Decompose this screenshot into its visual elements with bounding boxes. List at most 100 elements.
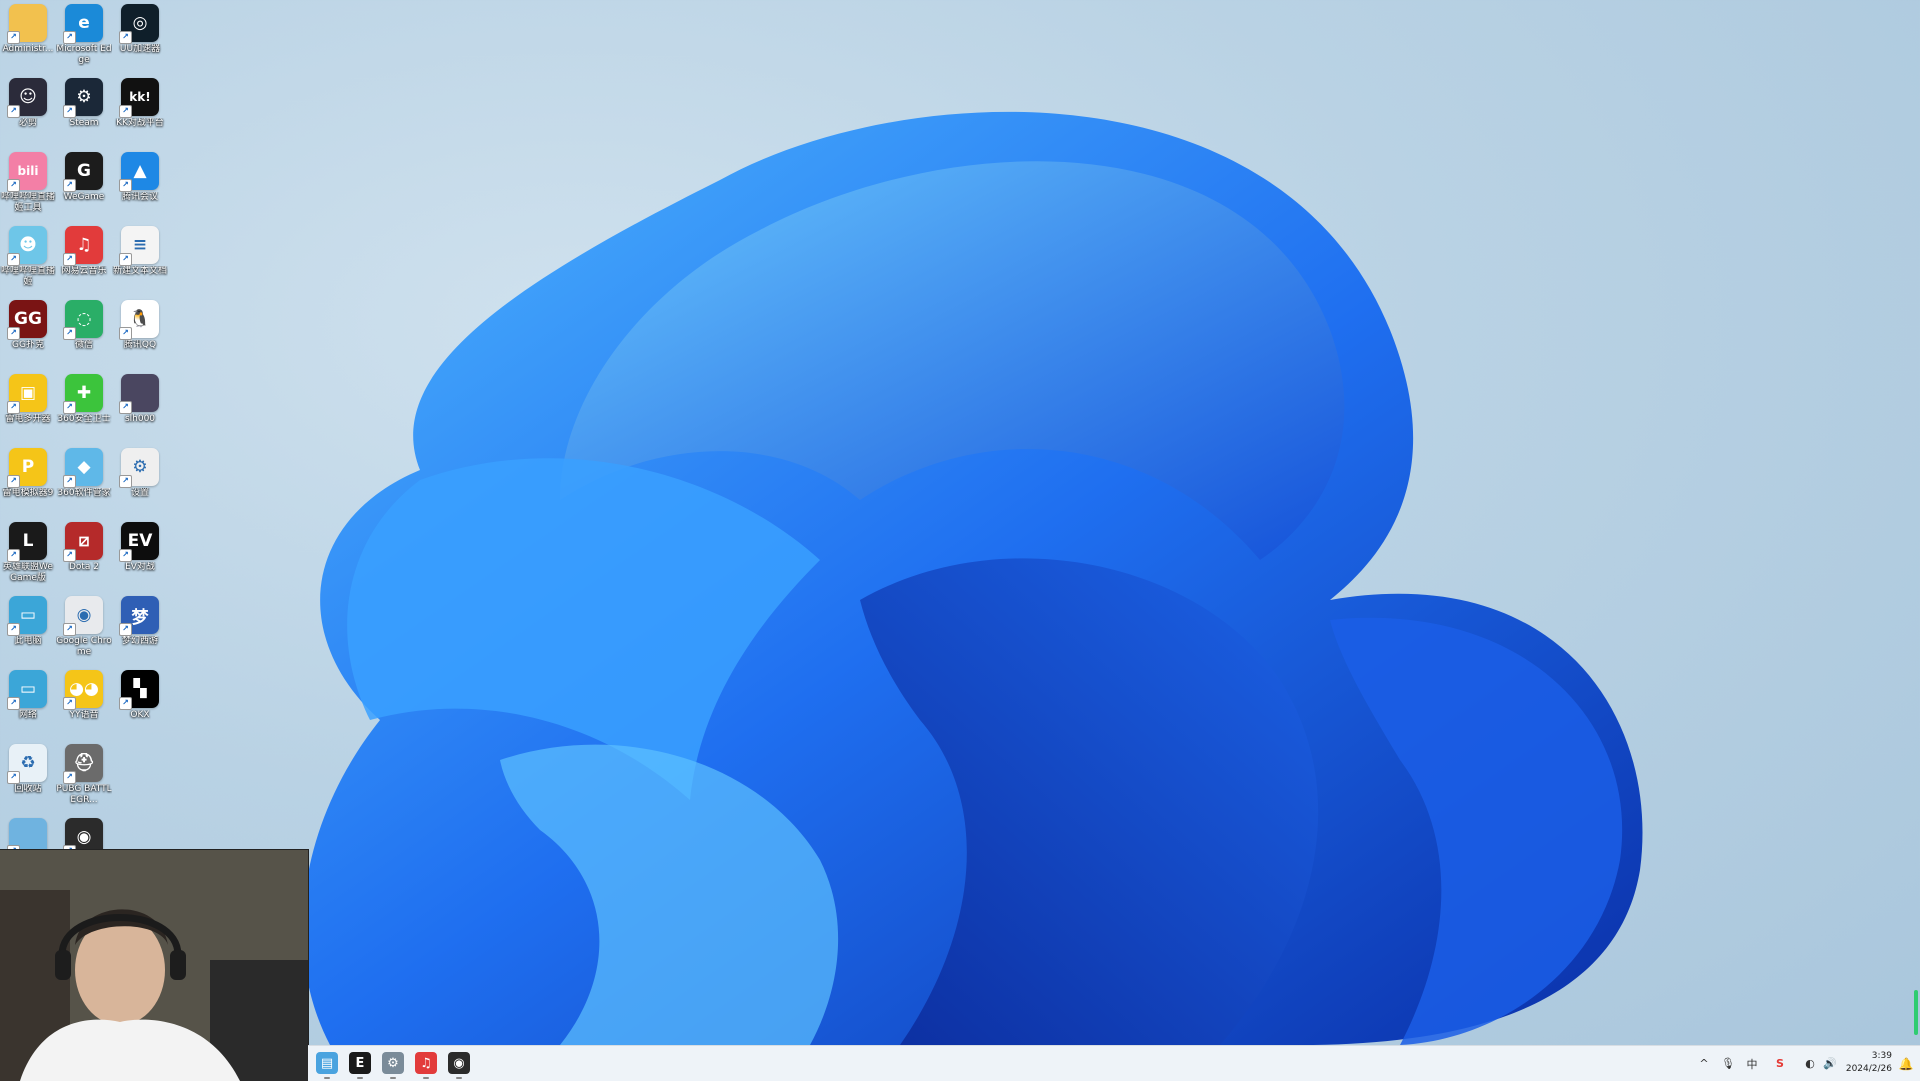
desktop-shortcut-label: 设置 bbox=[130, 488, 149, 498]
desktop-shortcut[interactable]: 🐧 ↗ 腾讯QQ bbox=[112, 296, 168, 351]
tray-overflow-chevron-icon[interactable]: ^ bbox=[1696, 1046, 1712, 1081]
desktop-shortcut[interactable]: ◉ ↗ Google Chrome bbox=[56, 592, 112, 658]
desktop-shortcut[interactable]: 梦 ↗ 梦幻西游 bbox=[112, 592, 168, 647]
desktop-shortcut[interactable]: ☺ ↗ 必剪 bbox=[0, 74, 56, 129]
desktop-shortcut-label: 腾讯会议 bbox=[121, 192, 158, 202]
bilibili-live-assistant-icon: ☻ ↗ bbox=[7, 226, 47, 266]
desktop-shortcut[interactable]: ◆ ↗ 360软件管家 bbox=[56, 444, 112, 499]
running-indicator bbox=[456, 1077, 462, 1079]
kk-platform-icon: kk! ↗ bbox=[119, 78, 159, 118]
shortcut-arrow-icon: ↗ bbox=[63, 401, 76, 414]
shortcut-arrow-icon: ↗ bbox=[7, 623, 20, 636]
taskbar-app-epic-games[interactable]: E bbox=[349, 1052, 371, 1079]
desktop-shortcut-label: 微信 bbox=[74, 340, 93, 350]
desktop-shortcut-label: 新建文本文档 bbox=[112, 266, 167, 276]
desktop-shortcut-label: WeGame bbox=[63, 192, 105, 202]
desktop-shortcut[interactable]: EV ↗ EV对战 bbox=[112, 518, 168, 573]
desktop-shortcut-label: 此电脑 bbox=[14, 636, 42, 646]
shortcut-arrow-icon: ↗ bbox=[7, 253, 20, 266]
folder-icon: ▤ bbox=[320, 1055, 334, 1071]
leidian-multi-icon: ▣ ↗ bbox=[7, 374, 47, 414]
taskbar-app-file-explorer[interactable]: ▤ bbox=[316, 1052, 338, 1079]
epic-games-icon: E bbox=[355, 1055, 365, 1071]
desktop-shortcut[interactable]: ◎ ↗ UU加速器 bbox=[112, 0, 168, 55]
shortcut-arrow-icon: ↗ bbox=[63, 771, 76, 784]
network-icon[interactable]: ◐ bbox=[1802, 1046, 1818, 1081]
desktop-shortcut[interactable]: ≡ ↗ 新建文本文档 bbox=[112, 222, 168, 277]
shortcut-arrow-icon: ↗ bbox=[63, 475, 76, 488]
clock-date: 2024/2/26 bbox=[1845, 1064, 1892, 1074]
running-indicator bbox=[390, 1077, 396, 1079]
obs-icon: ◉ bbox=[453, 1055, 465, 1071]
taskbar-clock[interactable]: 3:39 2024/2/26 bbox=[1846, 1050, 1892, 1076]
desktop-shortcut-label: UU加速器 bbox=[119, 44, 161, 54]
desktop-shortcut[interactable]: bili ↗ 哔哩哔哩直播姬工具 bbox=[0, 148, 56, 214]
shortcut-arrow-icon: ↗ bbox=[119, 179, 132, 192]
taskbar-app-netease-music[interactable]: ♫ bbox=[415, 1052, 437, 1079]
desktop-shortcut[interactable]: L ↗ 英雄联盟WeGame版 bbox=[0, 518, 56, 584]
uu-accelerator-icon: ◎ ↗ bbox=[119, 4, 159, 44]
desktop-shortcut[interactable]: ⧄ ↗ Dota 2 bbox=[56, 518, 112, 573]
gg-poker-icon: GG ↗ bbox=[7, 300, 47, 340]
desktop-shortcut[interactable]: G ↗ WeGame bbox=[56, 148, 112, 203]
desktop-shortcut[interactable]: ◕◕ ↗ YY语音 bbox=[56, 666, 112, 721]
desktop-shortcut[interactable]: ☻ ↗ 哔哩哔哩直播姬 bbox=[0, 222, 56, 288]
netease-music-icon: ♫ bbox=[420, 1055, 432, 1071]
taskbar-app-settings[interactable]: ⚙ bbox=[382, 1052, 404, 1079]
desktop-icon-grid: ↗ Administr... e ↗ Microsoft Edge ◎ ↗ UU加速器 ☺ ↗ 必剪… bbox=[0, 0, 170, 858]
notification-bell-icon[interactable]: 🔔 bbox=[1898, 1046, 1914, 1081]
desktop-shortcut[interactable]: ♫ ↗ 网易云音乐 bbox=[56, 222, 112, 277]
desktop-shortcut[interactable]: ↗ slh000 bbox=[112, 370, 168, 425]
bijian-icon: ☺ ↗ bbox=[7, 78, 47, 118]
text-document-icon: ≡ ↗ bbox=[119, 226, 159, 266]
desktop-shortcut[interactable]: ⛑ ↗ PUBG BATTLEGR... bbox=[56, 740, 112, 806]
desktop-shortcut-label: 哔哩哔哩直播姬 bbox=[0, 266, 55, 287]
desktop-shortcut-label: GG扑克 bbox=[12, 340, 44, 350]
desktop-shortcut[interactable]: kk! ↗ KK对战平台 bbox=[112, 74, 168, 129]
bilibili-live-icon: bili ↗ bbox=[7, 152, 47, 192]
dota2-icon: ⧄ ↗ bbox=[63, 522, 103, 562]
desktop-shortcut[interactable]: ▚ ↗ OKX bbox=[112, 666, 168, 721]
running-indicator bbox=[423, 1077, 429, 1079]
desktop-shortcut[interactable]: ▭ ↗ 此电脑 bbox=[0, 592, 56, 647]
shortcut-arrow-icon: ↗ bbox=[119, 697, 132, 710]
desktop-shortcut-label: EV对战 bbox=[125, 562, 155, 572]
desktop-shortcut[interactable]: ⚙ ↗ 设置 bbox=[112, 444, 168, 499]
recycle-bin-icon: ♻ ↗ bbox=[7, 744, 47, 784]
shortcut-arrow-icon: ↗ bbox=[63, 179, 76, 192]
desktop-shortcut[interactable]: ♻ ↗ 回收站 bbox=[0, 740, 56, 795]
shortcut-arrow-icon: ↗ bbox=[63, 105, 76, 118]
desktop-shortcut-label: 网络 bbox=[18, 710, 37, 720]
desktop-shortcut-label: 雷电模拟器9 bbox=[2, 488, 54, 498]
wechat-icon: ◌ ↗ bbox=[63, 300, 103, 340]
volume-icon[interactable]: 🔊 bbox=[1822, 1046, 1838, 1081]
desktop-shortcut[interactable]: ▭ ↗ 网络 bbox=[0, 666, 56, 721]
desktop-shortcut-label: 360软件管家 bbox=[57, 488, 111, 498]
shortcut-arrow-icon: ↗ bbox=[7, 401, 20, 414]
desktop-shortcut[interactable]: GG ↗ GG扑克 bbox=[0, 296, 56, 351]
shortcut-arrow-icon: ↗ bbox=[7, 31, 20, 44]
desktop-shortcut-label: 雷电多开器 bbox=[5, 414, 51, 424]
desktop-shortcut[interactable]: e ↗ Microsoft Edge bbox=[56, 0, 112, 66]
desktop-shortcut[interactable]: ▣ ↗ 雷电多开器 bbox=[0, 370, 56, 425]
shortcut-arrow-icon: ↗ bbox=[119, 623, 132, 636]
desktop-shortcut-label: Administr... bbox=[2, 44, 54, 54]
desktop-shortcut[interactable]: ↗ Administr... bbox=[0, 0, 56, 55]
gear-icon: ⚙ bbox=[387, 1055, 399, 1071]
taskbar-app-obs-studio[interactable]: ◉ bbox=[448, 1052, 470, 1079]
qq-icon: 🐧 ↗ bbox=[119, 300, 159, 340]
desktop-shortcut[interactable]: P ↗ 雷电模拟器9 bbox=[0, 444, 56, 499]
shortcut-arrow-icon: ↗ bbox=[119, 401, 132, 414]
desktop-shortcut[interactable]: ⚙ ↗ Steam bbox=[56, 74, 112, 129]
ime-indicator-icon[interactable]: 中 bbox=[1744, 1046, 1760, 1081]
desktop-shortcut[interactable]: ◌ ↗ 微信 bbox=[56, 296, 112, 351]
chrome-icon: ◉ ↗ bbox=[63, 596, 103, 636]
microphone-icon[interactable]: 🎙 bbox=[1720, 1046, 1736, 1081]
shortcut-arrow-icon: ↗ bbox=[63, 549, 76, 562]
wps-tray-icon[interactable]: S bbox=[1772, 1046, 1788, 1081]
shortcut-arrow-icon: ↗ bbox=[119, 475, 132, 488]
edge-icon: e ↗ bbox=[63, 4, 103, 44]
desktop-shortcut[interactable]: ✚ ↗ 360安全卫士 bbox=[56, 370, 112, 425]
shortcut-arrow-icon: ↗ bbox=[7, 475, 20, 488]
desktop-shortcut[interactable]: ▲ ↗ 腾讯会议 bbox=[112, 148, 168, 203]
